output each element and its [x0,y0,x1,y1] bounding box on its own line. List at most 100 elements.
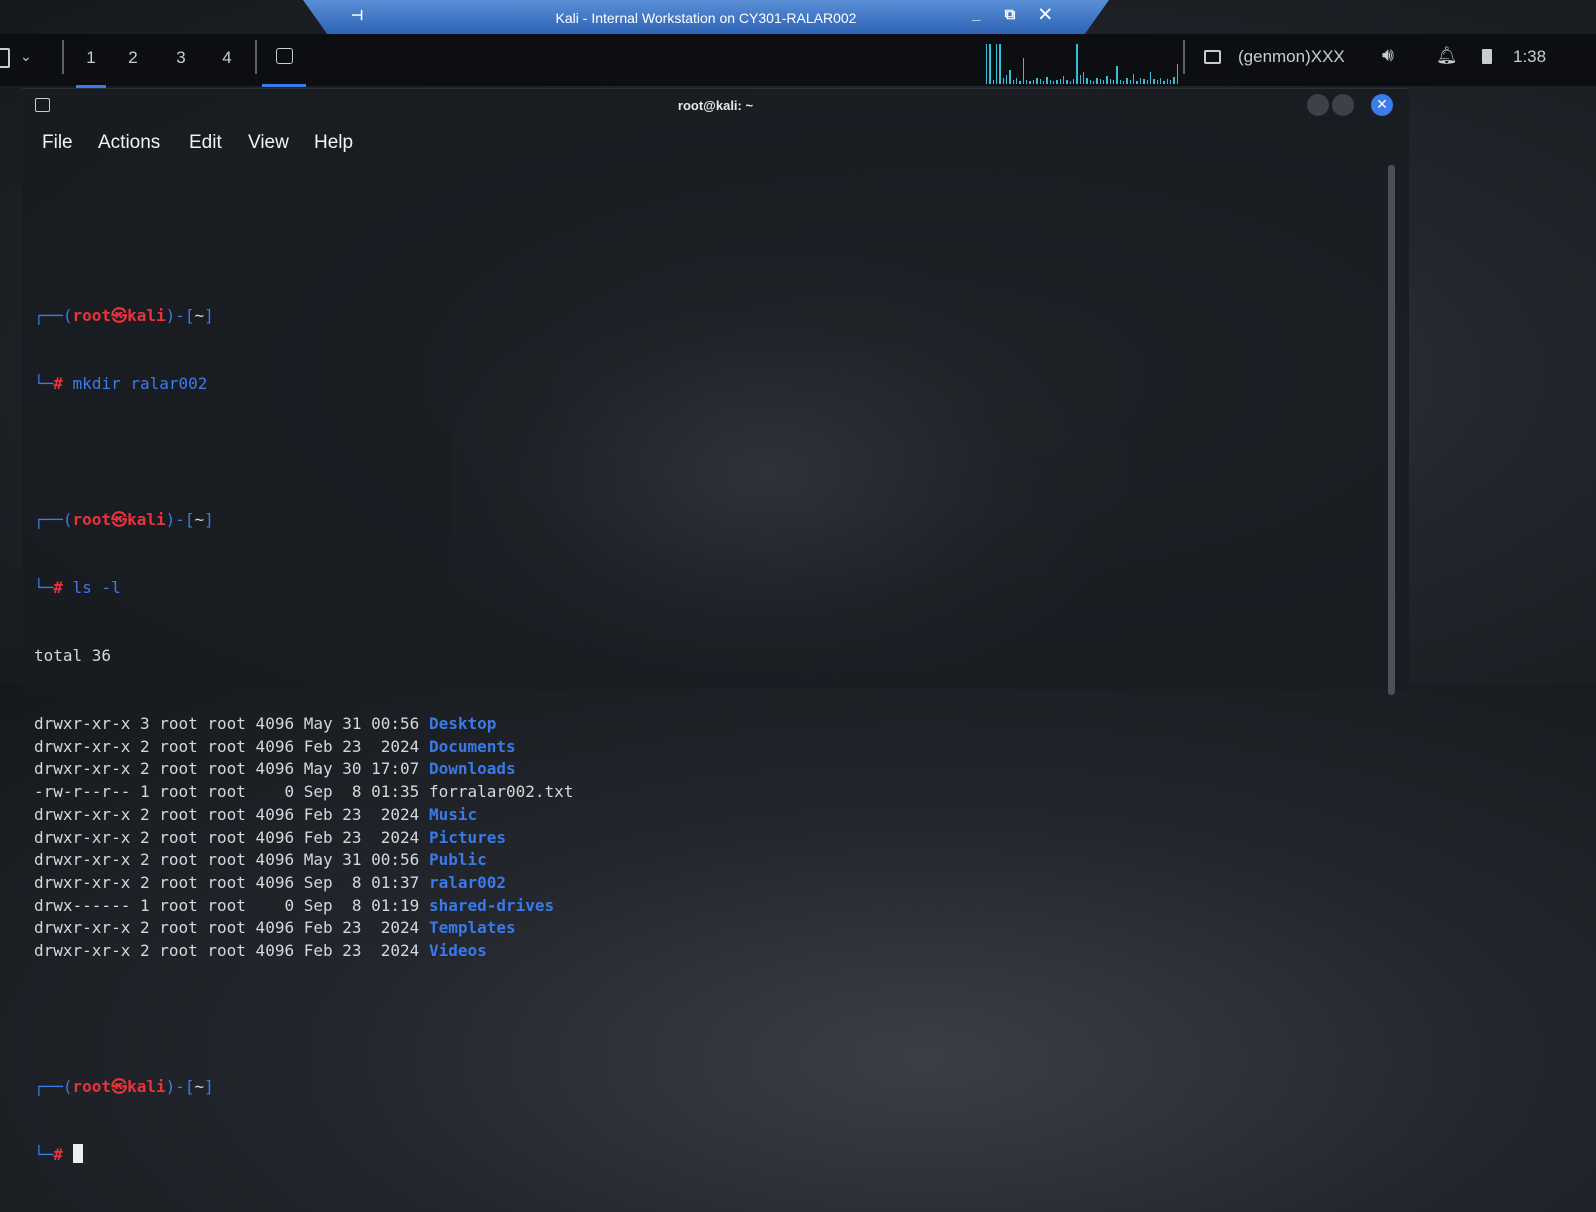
terminal-window: root@kali: ~ ✕ File Actions Edit View He… [22,88,1409,1164]
scrollbar[interactable] [1388,165,1395,695]
cpu-bar [1059,79,1061,84]
cpu-bar [1052,81,1055,84]
listing: drwxr-xr-x 3 root root 4096 May 31 00:56… [34,713,1379,963]
minimize-button[interactable] [1307,94,1329,116]
cpu-bar [1072,79,1075,84]
text-cursor [72,1144,83,1164]
panel-separator [255,40,257,74]
window-titlebar[interactable]: root@kali: ~ ✕ [22,89,1409,123]
cpu-bar [1113,80,1115,84]
cpu-bar [1089,80,1091,84]
chevron-down-icon[interactable]: ⌄ [20,48,32,65]
cpu-bar [1079,75,1081,84]
terminal-task-icon[interactable] [276,48,293,64]
cpu-bar [1012,80,1015,84]
menu-file[interactable]: File [42,132,73,154]
cpu-bar [1093,81,1095,84]
active-task-indicator [262,84,306,87]
command-line: └─# [34,1144,1379,1167]
file-name: Public [428,850,487,870]
cpu-bar [1006,75,1008,84]
cpu-bar [1126,78,1128,84]
cpu-bar [1156,80,1158,84]
cpu-bar [1176,64,1178,84]
speaker-icon[interactable]: 🔊︎ [1382,45,1394,67]
workspace-3[interactable]: 3 [168,48,194,68]
file-meta: drwxr-xr-x 2 root root 4096 May 30 17:07 [34,759,429,779]
file-meta: -rw-r--r-- 1 root root 0 Sep 8 01:35 [34,782,429,802]
cpu-bar [1042,81,1045,84]
menu-view[interactable]: View [248,132,289,154]
window-title: root@kali: ~ [677,98,754,113]
applications-menu-icon[interactable] [0,48,10,68]
cpu-bar [1029,81,1031,84]
cpu-bar [1049,80,1051,84]
cpu-bar [1019,81,1021,84]
cpu-bar [1123,81,1125,84]
file-meta: drwxr-xr-x 2 root root 4096 May 31 00:56 [34,850,429,870]
list-item: drwxr-xr-x 2 root root 4096 Feb 23 2024 … [34,804,1379,827]
list-item: drwx------ 1 root root 0 Sep 8 01:19 sha… [34,895,1379,918]
list-item: drwxr-xr-x 3 root root 4096 May 31 00:56… [34,713,1379,736]
file-meta: drwxr-xr-x 2 root root 4096 Feb 23 2024 [34,804,429,824]
total-line: total 36 [34,645,112,665]
cpu-bar [1106,76,1108,84]
bell-icon[interactable]: 🔔︎ [1436,46,1458,66]
cpu-bar [1099,79,1102,84]
command-line: └─# mkdir ralar002 [34,373,208,393]
file-meta: drwxr-xr-x 3 root root 4096 May 31 00:56 [34,714,429,734]
cpu-bar [986,44,988,84]
close-button[interactable]: ✕ [1371,94,1393,116]
menu-actions[interactable]: Actions [98,132,160,154]
remote-window-controls[interactable]: _ ⧉ ✕ [972,6,1061,23]
cpu-bar [1169,80,1172,84]
cpu-graph [986,36,1178,84]
cpu-bar [1116,66,1118,84]
cpu-bar [1173,77,1175,84]
cpu-bar [1032,80,1035,84]
menu-edit[interactable]: Edit [189,132,222,154]
workspace-4[interactable]: 4 [214,48,240,68]
cpu-bar [992,80,995,84]
command-line: └─# ls -l [34,577,121,597]
list-item: -rw-r--r-- 1 root root 0 Sep 8 01:35 for… [34,781,1379,804]
cpu-bar [1066,80,1068,84]
genmon-label[interactable]: (genmon)XXX [1238,47,1345,67]
panel-separator [62,40,64,74]
workspace-2[interactable]: 2 [120,48,146,68]
file-meta: drwxr-xr-x 2 root root 4096 Feb 23 2024 [34,940,429,960]
cpu-bar [1096,78,1098,84]
remote-session-bar: ⊣ Kali - Internal Workstation on CY301-R… [303,0,1109,34]
list-item: drwxr-xr-x 2 root root 4096 May 30 17:07… [34,758,1379,781]
cpu-bar [1069,81,1071,84]
cpu-bar [1086,78,1088,84]
cpu-bar [1139,78,1142,84]
file-name: Videos [428,940,487,960]
cpu-bar [1056,80,1058,84]
workspace-1[interactable]: 1 [76,48,106,88]
cpu-bar [1022,58,1025,84]
battery-icon[interactable] [1482,49,1492,64]
terminal-output[interactable]: ┌──(root㉿kali)-[~] └─# mkdir ralar002 ┌─… [34,191,1379,1212]
close-icon: ✕ [1376,97,1388,113]
cpu-bar [1036,78,1038,84]
file-meta: drwx------ 1 root root 0 Sep 8 01:19 [34,895,429,915]
prompt-line: ┌──(root㉿kali)-[~] [34,1077,214,1097]
menu-help[interactable]: Help [314,132,353,154]
cpu-bar [1009,70,1011,84]
top-panel: ⌄ 1 2 3 4 (genmon)XXX 🔊︎ 🔔︎ 1:38 [0,34,1596,88]
network-icon[interactable] [1204,50,1221,64]
cpu-bar [1082,72,1085,84]
cpu-bar [1016,78,1018,84]
file-meta: drwxr-xr-x 2 root root 4096 Sep 8 01:37 [34,872,429,892]
cpu-bar [1136,81,1138,84]
clock[interactable]: 1:38 [1513,47,1546,67]
cpu-bar [1076,44,1078,84]
maximize-button[interactable] [1332,94,1354,116]
list-item: drwxr-xr-x 2 root root 4096 Feb 23 2024 … [34,940,1379,963]
cpu-bar [996,44,998,84]
cpu-bar [1146,80,1148,84]
list-item: drwxr-xr-x 2 root root 4096 May 31 00:56… [34,849,1379,872]
file-name: Pictures [428,827,507,847]
file-meta: drwxr-xr-x 2 root root 4096 Feb 23 2024 [34,918,429,938]
